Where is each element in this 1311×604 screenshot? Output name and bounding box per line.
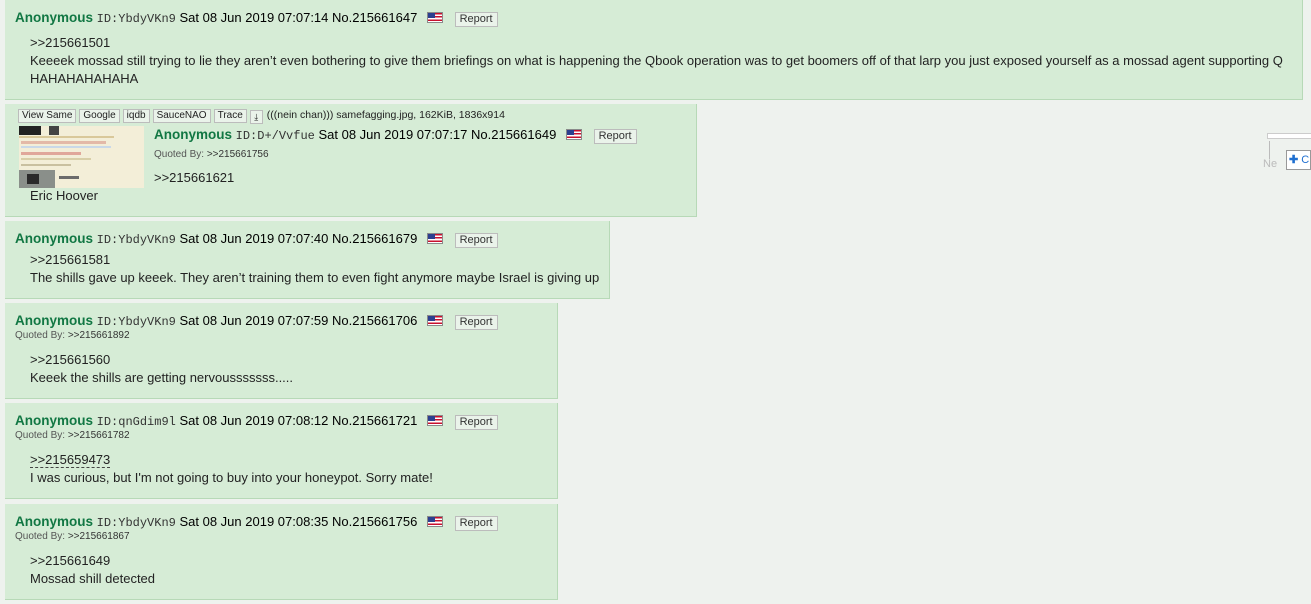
post-datetime: Sat 08 Jun 2019 07:07:40 — [179, 231, 329, 246]
post-message: >>215659473 I was curious, but I'm not g… — [30, 451, 433, 487]
post-info: Anonymous ID:qnGdim9l Sat 08 Jun 2019 07… — [15, 413, 498, 430]
quote-link[interactable]: >>215661501 — [30, 35, 110, 50]
post-datetime: Sat 08 Jun 2019 07:08:35 — [179, 514, 329, 529]
quote-link[interactable]: >>215661621 — [154, 170, 234, 185]
poster-id[interactable]: ID:YbdyVKn9 — [97, 516, 176, 530]
poster-name: Anonymous — [15, 231, 94, 246]
side-widget-label: Ne — [1263, 158, 1278, 170]
quote-line: >>215661621 — [154, 169, 234, 187]
trace-button[interactable]: Trace — [213, 109, 247, 123]
post-info: Anonymous ID:YbdyVKn9 Sat 08 Jun 2019 07… — [15, 10, 498, 27]
post-number[interactable]: No.215661706 — [332, 313, 417, 328]
quote-link[interactable]: >>215659473 — [30, 452, 111, 468]
reply-post: Anonymous ID:YbdyVKn9 Sat 08 Jun 2019 07… — [5, 221, 610, 299]
post-message: >>215661560 Keeek the shills are getting… — [30, 351, 293, 387]
poster-name: Anonymous — [15, 413, 94, 428]
message-line: The shills gave up keeek. They aren’t tr… — [30, 270, 600, 285]
post-info: Anonymous ID:YbdyVKn9 Sat 08 Jun 2019 07… — [15, 313, 498, 330]
saucenao-button[interactable]: SauceNAO — [152, 109, 211, 123]
download-icon[interactable]: ⤓ — [249, 110, 263, 124]
side-widget-thumb — [1267, 133, 1311, 139]
poster-id[interactable]: ID:YbdyVKn9 — [97, 233, 176, 247]
backlink[interactable]: >>215661892 — [68, 330, 130, 341]
side-widget[interactable]: Ne ✚ C — [1263, 133, 1311, 173]
poster-name: Anonymous — [154, 127, 233, 142]
backlink[interactable]: >>215661782 — [68, 430, 130, 441]
quoted-by: Quoted By: >>215661756 — [154, 149, 269, 160]
reply-post: Anonymous ID:YbdyVKn9 Sat 08 Jun 2019 07… — [5, 0, 1303, 100]
view-same-button[interactable]: View Same — [18, 109, 77, 123]
post-datetime: Sat 08 Jun 2019 07:07:59 — [179, 313, 329, 328]
post-message: >>215661581 The shills gave up keeek. Th… — [30, 251, 599, 287]
post-number[interactable]: No.215661649 — [471, 127, 556, 142]
message-line: I was curious, but I'm not going to buy … — [30, 470, 433, 485]
us-flag-icon — [426, 315, 443, 326]
post-message: >>215661649 Mossad shill detected — [30, 552, 155, 588]
message-line: HAHAHAHAHAHA — [30, 71, 139, 86]
quoted-by: Quoted By: >>215661782 — [15, 430, 130, 441]
reply-post: View Same Google iqdb SauceNAO Trace ⤓ (((nein… — [5, 104, 697, 217]
quote-link[interactable]: >>215661649 — [30, 553, 110, 568]
report-button[interactable]: Report — [593, 129, 637, 144]
file-info-text[interactable]: (((nein chan))) samefagging.jpg, 162KiB,… — [267, 109, 505, 121]
post-datetime: Sat 08 Jun 2019 07:07:17 — [318, 127, 468, 142]
file-info-bar: View Same Google iqdb SauceNAO Trace ⤓ (((nein… — [18, 109, 505, 124]
plus-icon: ✚ — [1289, 154, 1299, 166]
message-line: Keeeek mossad still trying to lie they a… — [30, 53, 1283, 68]
poster-name: Anonymous — [15, 10, 94, 25]
us-flag-icon — [426, 415, 443, 426]
reply-post: Anonymous ID:YbdyVKn9 Sat 08 Jun 2019 07… — [5, 303, 558, 399]
post-number[interactable]: No.215661756 — [332, 514, 417, 529]
post-thumbnail[interactable] — [19, 126, 144, 188]
poster-name: Anonymous — [15, 514, 94, 529]
post-info: Anonymous ID:D+/Vvfue Sat 08 Jun 2019 07… — [154, 127, 637, 144]
poster-id[interactable]: ID:YbdyVKn9 — [97, 315, 176, 329]
poster-id[interactable]: ID:qnGdim9l — [97, 415, 176, 429]
quote-link[interactable]: >>215661581 — [30, 252, 110, 267]
post-info: Anonymous ID:YbdyVKn9 Sat 08 Jun 2019 07… — [15, 231, 498, 248]
report-button[interactable]: Report — [454, 415, 498, 430]
poster-name: Anonymous — [15, 313, 94, 328]
reply-post: Anonymous ID:YbdyVKn9 Sat 08 Jun 2019 07… — [5, 504, 558, 600]
reply-post: Anonymous ID:qnGdim9l Sat 08 Jun 2019 07… — [5, 403, 558, 499]
post-number[interactable]: No.215661721 — [332, 413, 417, 428]
us-flag-icon — [426, 233, 443, 244]
report-button[interactable]: Report — [454, 233, 498, 248]
post-datetime: Sat 08 Jun 2019 07:08:12 — [179, 413, 329, 428]
poster-id[interactable]: ID:D+/Vvfue — [236, 129, 315, 143]
backlink[interactable]: >>215661867 — [68, 531, 130, 542]
quote-link[interactable]: >>215661560 — [30, 352, 110, 367]
report-button[interactable]: Report — [454, 315, 498, 330]
post-number[interactable]: No.215661679 — [332, 231, 417, 246]
us-flag-icon — [565, 129, 582, 140]
report-button[interactable]: Report — [454, 12, 498, 27]
quoted-by: Quoted By: >>215661892 — [15, 330, 130, 341]
post-info: Anonymous ID:YbdyVKn9 Sat 08 Jun 2019 07… — [15, 514, 498, 531]
report-button[interactable]: Report — [454, 516, 498, 531]
google-button[interactable]: Google — [79, 109, 120, 123]
iqdb-button[interactable]: iqdb — [122, 109, 150, 123]
post-datetime: Sat 08 Jun 2019 07:07:14 — [179, 10, 329, 25]
backlink[interactable]: >>215661756 — [207, 149, 269, 160]
message-line: Keeek the shills are getting nervousssss… — [30, 370, 294, 385]
us-flag-icon — [426, 12, 443, 23]
message-line: Mossad shill detected — [30, 571, 156, 586]
message-line: Eric Hoover — [30, 188, 98, 203]
post-number[interactable]: No.215661647 — [332, 10, 417, 25]
poster-id[interactable]: ID:YbdyVKn9 — [97, 12, 176, 26]
us-flag-icon — [426, 516, 443, 527]
post-message: >>215661501 Keeeek mossad still trying t… — [30, 34, 1283, 88]
side-widget-button[interactable]: ✚ C — [1286, 150, 1311, 170]
quoted-by: Quoted By: >>215661867 — [15, 531, 130, 542]
